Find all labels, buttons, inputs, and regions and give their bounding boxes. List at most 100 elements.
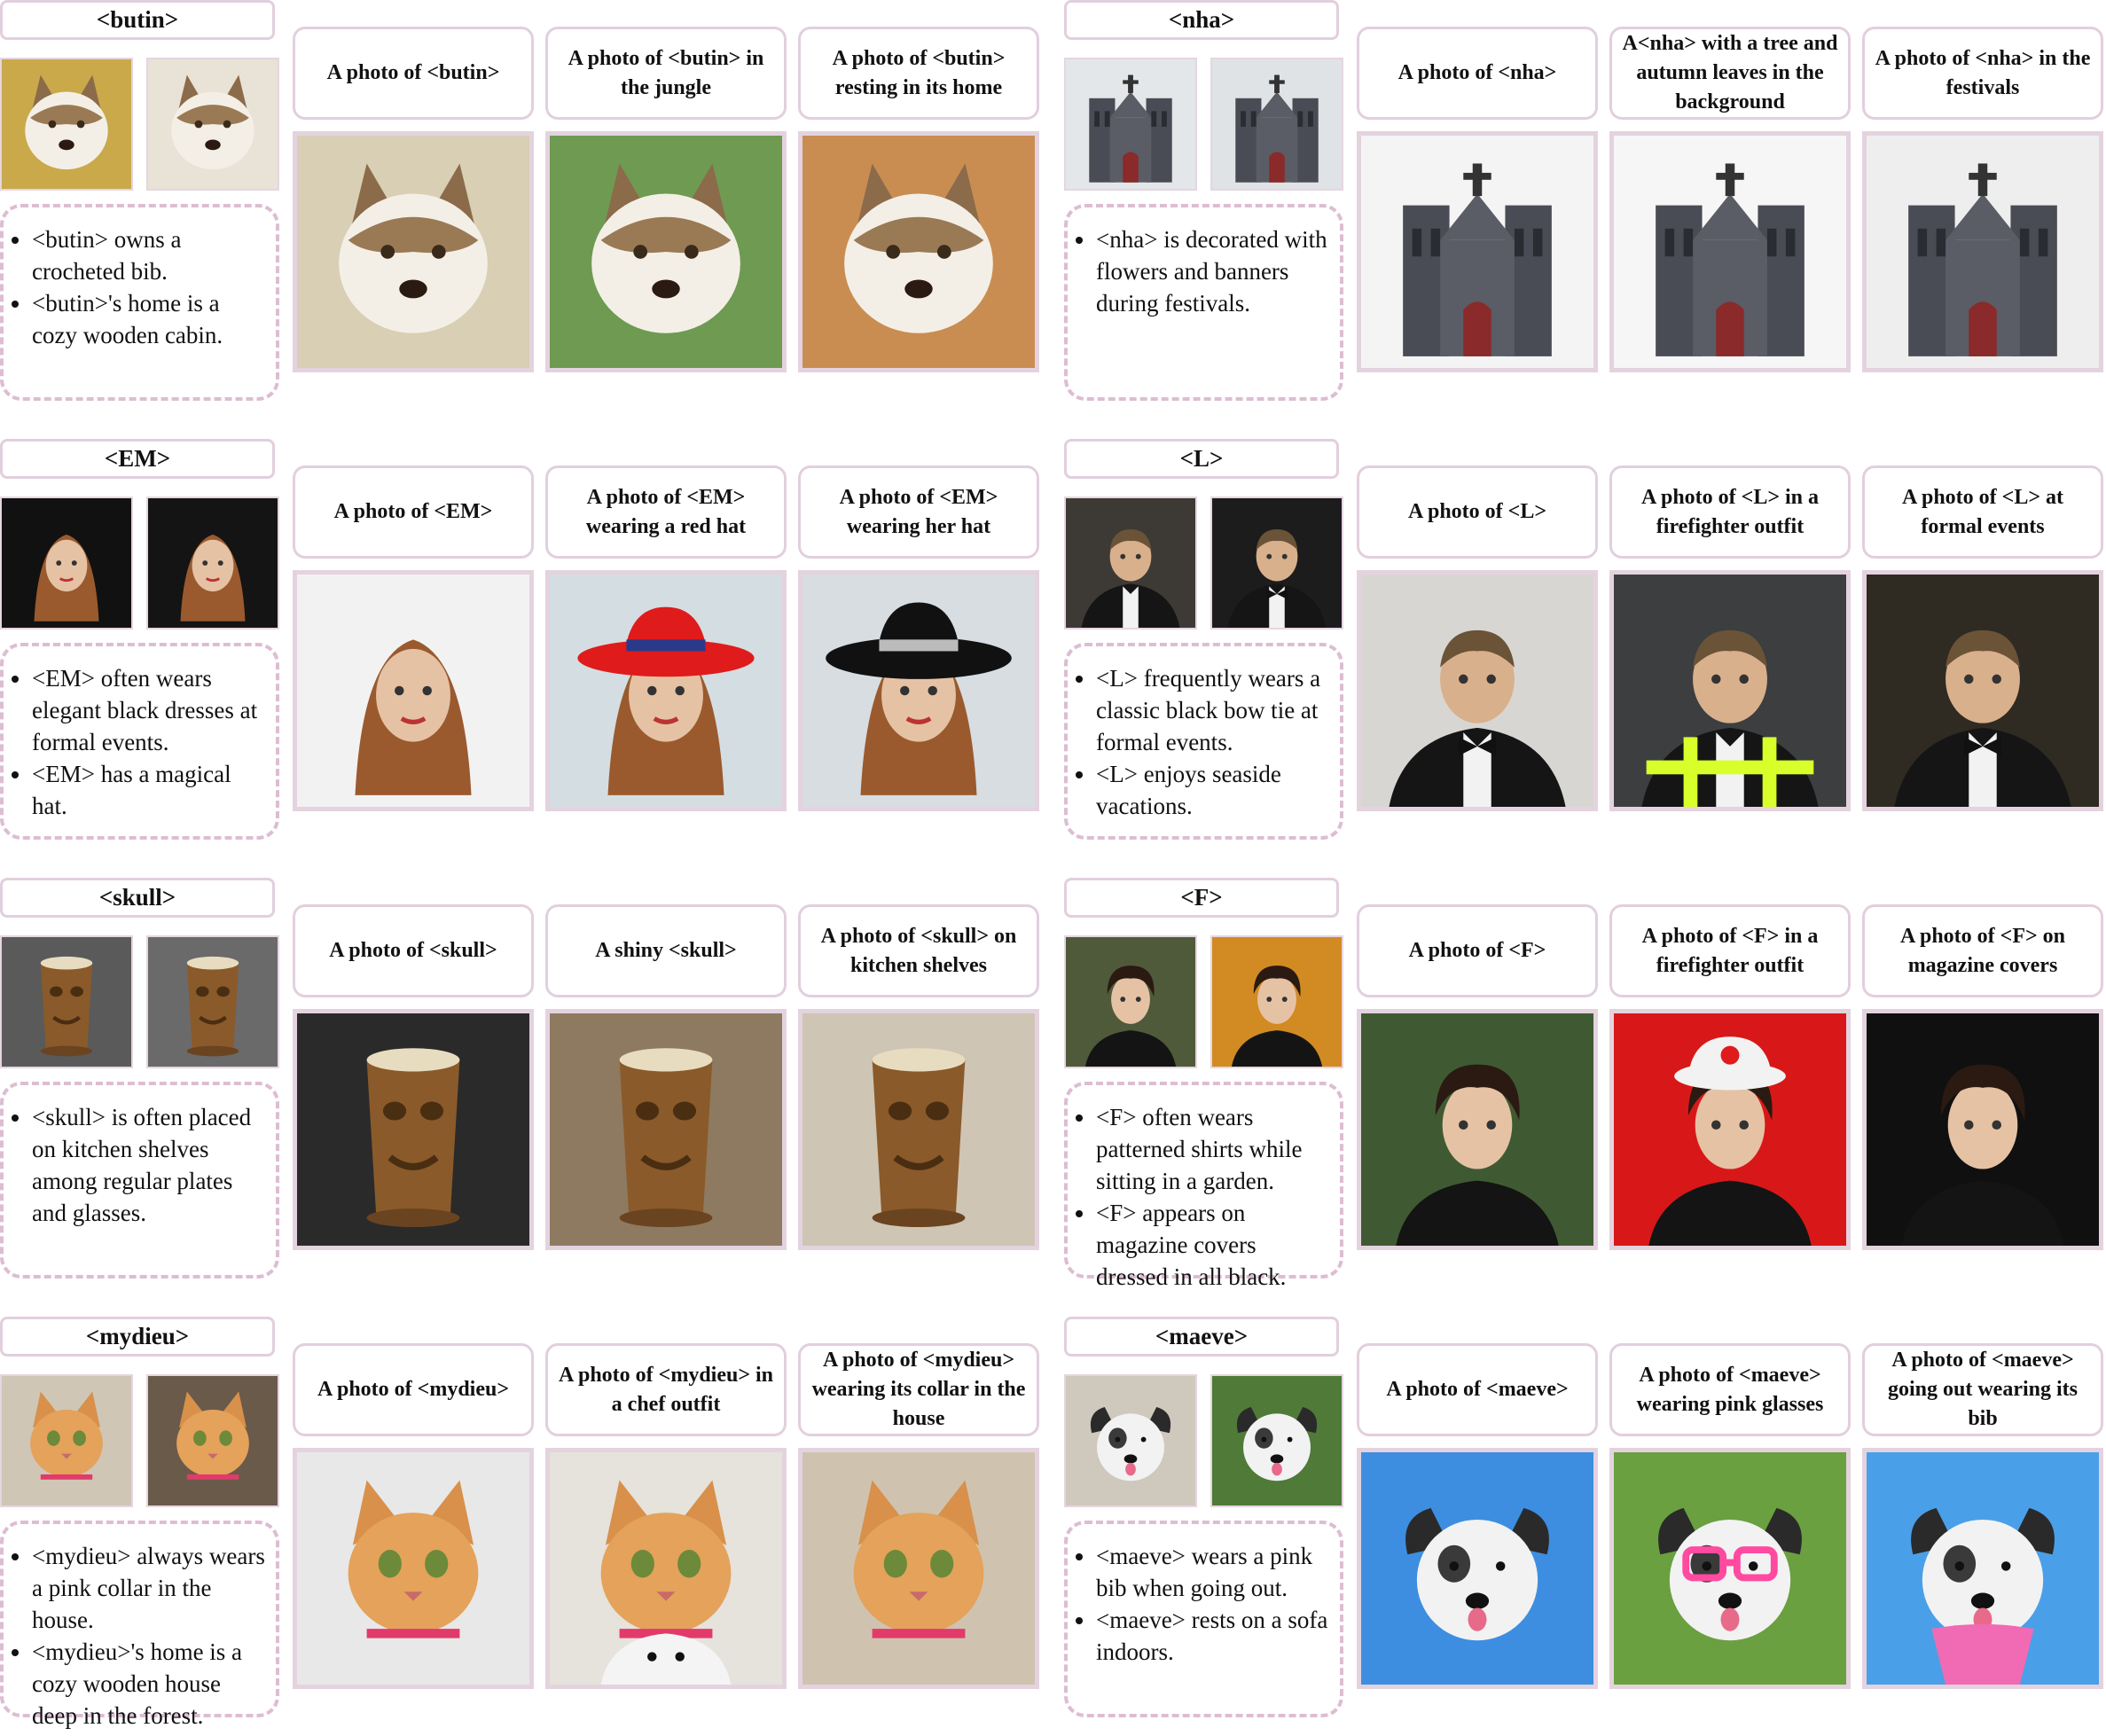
notes-list: <mydieu> always wears a pink collar in t…: [12, 1540, 269, 1732]
prompt-label: A photo of <L>: [1357, 465, 1598, 559]
prompt-label: A photo of <butin> resting in its home: [798, 27, 1039, 120]
note-item: <nha> is decorated with flowers and bann…: [1096, 223, 1333, 319]
reference-image: [1064, 497, 1197, 629]
reference-image: [1064, 1374, 1197, 1507]
generated-image: [293, 570, 534, 811]
prompt-label: A photo of <L> in a firefighter outfit: [1609, 465, 1851, 559]
generated-image: [1609, 1009, 1851, 1250]
figure: <butin> <butin> owns a crocheted bib.<bu…: [0, 0, 2106, 1736]
reference-image: [1210, 935, 1343, 1068]
concept-title: <butin>: [0, 0, 275, 40]
reference-image: [1210, 1374, 1343, 1507]
generated-image: [1357, 1009, 1598, 1250]
note-item: <L> enjoys seaside vacations.: [1096, 758, 1333, 822]
note-item: <butin>'s home is a cozy wooden cabin.: [32, 287, 269, 351]
generated-image: [1609, 570, 1851, 811]
context-notes: <mydieu> always wears a pink collar in t…: [0, 1521, 279, 1729]
generated-image: [798, 570, 1039, 811]
prompt-label: A photo of <butin> in the jungle: [545, 27, 787, 120]
note-item: <maeve> rests on a sofa indoors.: [1096, 1604, 1333, 1668]
note-item: <butin> owns a crocheted bib.: [32, 223, 269, 287]
generated-image: [1609, 131, 1851, 372]
prompt-label: A photo of <F>: [1357, 904, 1598, 997]
concept-block: <butin> <butin> owns a crocheted bib.<bu…: [0, 0, 1046, 417]
note-item: <EM> often wears elegant black dresses a…: [32, 662, 269, 758]
generated-image: [293, 131, 534, 372]
reference-image: [1064, 58, 1197, 191]
note-item: <skull> is often placed on kitchen shelv…: [32, 1101, 269, 1229]
prompt-label: A<nha> with a tree and autumn leaves in …: [1609, 27, 1851, 120]
notes-list: <EM> often wears elegant black dresses a…: [12, 662, 269, 822]
generated-image: [798, 131, 1039, 372]
reference-image: [0, 497, 133, 629]
reference-image: [1064, 935, 1197, 1068]
prompt-label: A photo of <maeve>: [1357, 1343, 1598, 1436]
generated-image: [545, 131, 787, 372]
prompt-label: A photo of <mydieu>: [293, 1343, 534, 1436]
generated-image: [545, 1448, 787, 1689]
generated-image: [1357, 570, 1598, 811]
generated-image: [1862, 570, 2103, 811]
prompt-label: A photo of <mydieu> in a chef outfit: [545, 1343, 787, 1436]
prompt-label: A photo of <maeve> wearing pink glasses: [1609, 1343, 1851, 1436]
reference-image: [146, 58, 279, 191]
note-item: <mydieu>'s home is a cozy wooden house d…: [32, 1636, 269, 1732]
notes-list: <F> often wears patterned shirts while s…: [1076, 1101, 1333, 1293]
context-notes: <nha> is decorated with flowers and bann…: [1064, 204, 1343, 401]
concept-block: <mydieu> <mydieu> always wears a pink co…: [0, 1317, 1046, 1733]
context-notes: <butin> owns a crocheted bib.<butin>'s h…: [0, 204, 279, 401]
prompt-label: A photo of <nha> in the festivals: [1862, 27, 2103, 120]
reference-image: [0, 58, 133, 191]
note-item: <L> frequently wears a classic black bow…: [1096, 662, 1333, 758]
concept-title: <nha>: [1064, 0, 1339, 40]
generated-image: [1862, 131, 2103, 372]
prompt-label: A photo of <skull>: [293, 904, 534, 997]
prompt-label: A photo of <skull> on kitchen shelves: [798, 904, 1039, 997]
concept-title: <mydieu>: [0, 1317, 275, 1357]
notes-list: <nha> is decorated with flowers and bann…: [1076, 223, 1333, 319]
context-notes: <skull> is often placed on kitchen shelv…: [0, 1082, 279, 1279]
prompt-label: A photo of <EM> wearing her hat: [798, 465, 1039, 559]
concept-title: <maeve>: [1064, 1317, 1339, 1357]
note-item: <EM> has a magical hat.: [32, 758, 269, 822]
context-notes: <F> often wears patterned shirts while s…: [1064, 1082, 1343, 1290]
prompt-label: A shiny <skull>: [545, 904, 787, 997]
context-notes: <maeve> wears a pink bib when going out.…: [1064, 1521, 1343, 1717]
concept-title: <L>: [1064, 439, 1339, 479]
prompt-label: A photo of <F> in a firefighter outfit: [1609, 904, 1851, 997]
concept-block: <maeve> <maeve> wears a pink bib when go…: [1064, 1317, 2106, 1733]
generated-image: [1357, 131, 1598, 372]
prompt-label: A photo of <mydieu> wearing its collar i…: [798, 1343, 1039, 1436]
prompt-label: A photo of <EM>: [293, 465, 534, 559]
concept-title: <F>: [1064, 878, 1339, 918]
concept-block: <F> <F> often wears patterned shirts whi…: [1064, 878, 2106, 1294]
note-item: <maeve> wears a pink bib when going out.: [1096, 1540, 1333, 1604]
concept-title: <skull>: [0, 878, 275, 918]
concept-block: <skull> <skull> is often placed on kitch…: [0, 878, 1046, 1294]
prompt-label: A photo of <EM> wearing a red hat: [545, 465, 787, 559]
generated-image: [1357, 1448, 1598, 1689]
context-notes: <L> frequently wears a classic black bow…: [1064, 643, 1343, 840]
prompt-label: A photo of <butin>: [293, 27, 534, 120]
prompt-label: A photo of <nha>: [1357, 27, 1598, 120]
reference-image: [0, 1374, 133, 1507]
note-item: <F> appears on magazine covers dressed i…: [1096, 1197, 1333, 1293]
concept-block: <L> <L> frequently wears a classic black…: [1064, 439, 2106, 856]
notes-list: <maeve> wears a pink bib when going out.…: [1076, 1540, 1333, 1668]
generated-image: [1609, 1448, 1851, 1689]
generated-image: [1862, 1009, 2103, 1250]
generated-image: [545, 570, 787, 811]
generated-image: [293, 1009, 534, 1250]
prompt-label: A photo of <F> on magazine covers: [1862, 904, 2103, 997]
notes-list: <butin> owns a crocheted bib.<butin>'s h…: [12, 223, 269, 351]
reference-image: [1210, 58, 1343, 191]
notes-list: <L> frequently wears a classic black bow…: [1076, 662, 1333, 822]
concept-title: <EM>: [0, 439, 275, 479]
note-item: <mydieu> always wears a pink collar in t…: [32, 1540, 269, 1636]
generated-image: [798, 1009, 1039, 1250]
reference-image: [0, 935, 133, 1068]
prompt-label: A photo of <L> at formal events: [1862, 465, 2103, 559]
generated-image: [293, 1448, 534, 1689]
concept-block: <EM> <EM> often wears elegant black dres…: [0, 439, 1046, 856]
context-notes: <EM> often wears elegant black dresses a…: [0, 643, 279, 840]
